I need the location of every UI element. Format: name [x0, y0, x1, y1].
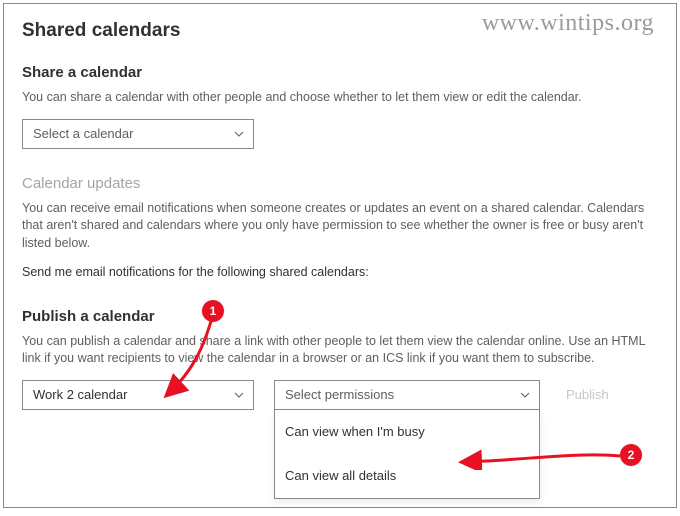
- annotation-badge-2: 2: [620, 444, 642, 466]
- annotation-badge-1: 1: [202, 300, 224, 322]
- publish-selected-calendar: Work 2 calendar: [33, 387, 127, 402]
- permission-option-all-details[interactable]: Can view all details: [275, 454, 539, 498]
- updates-title: Calendar updates: [22, 175, 658, 192]
- share-select-calendar-dropdown[interactable]: Select a calendar: [22, 119, 254, 149]
- publish-select-calendar-dropdown[interactable]: Work 2 calendar: [22, 380, 254, 410]
- section-calendar-updates: Calendar updates You can receive email n…: [22, 175, 658, 282]
- chevron-down-icon: [519, 389, 531, 401]
- section-publish-calendar: Publish a calendar You can publish a cal…: [22, 308, 658, 410]
- publish-button[interactable]: Publish: [560, 380, 615, 410]
- publish-title: Publish a calendar: [22, 308, 658, 325]
- permission-option-busy[interactable]: Can view when I'm busy: [275, 410, 539, 454]
- share-title: Share a calendar: [22, 64, 658, 81]
- watermark-text: www.wintips.org: [482, 10, 654, 37]
- chevron-down-icon: [233, 128, 245, 140]
- publish-desc: You can publish a calendar and share a l…: [22, 333, 658, 368]
- publish-select-permissions-dropdown[interactable]: Select permissions Can view when I'm bus…: [274, 380, 540, 410]
- permissions-dropdown-menu: Can view when I'm busy Can view all deta…: [274, 410, 540, 499]
- updates-prompt: Send me email notifications for the foll…: [22, 264, 658, 282]
- section-share-calendar: Share a calendar You can share a calenda…: [22, 64, 658, 149]
- publish-permissions-placeholder: Select permissions: [285, 387, 394, 402]
- share-desc: You can share a calendar with other peop…: [22, 89, 658, 107]
- share-select-placeholder: Select a calendar: [33, 126, 133, 141]
- chevron-down-icon: [233, 389, 245, 401]
- updates-desc: You can receive email notifications when…: [22, 200, 658, 253]
